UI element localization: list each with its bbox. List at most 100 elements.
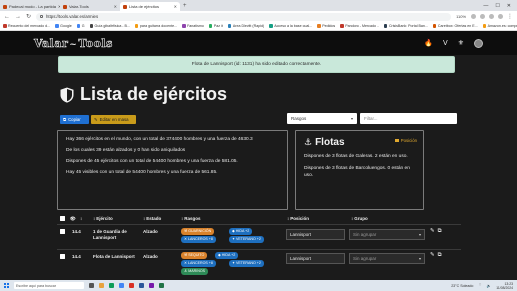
bookmark-item[interactable]: Paz it: [208, 24, 223, 28]
edit-icon[interactable]: ✎: [430, 228, 435, 235]
v-icon[interactable]: V: [443, 40, 448, 47]
file-explorer-icon[interactable]: [99, 283, 104, 288]
bookmark-favicon-icon: [182, 24, 186, 28]
col-header-estado[interactable]: ↕ Estado: [143, 216, 161, 221]
browser-tabbar: Padecal modo - La partida ✕ Valar-Tools …: [0, 0, 517, 11]
grupo-select[interactable]: Sin agrupar ▾: [349, 253, 425, 264]
posicion-field[interactable]: Lannisport: [286, 253, 345, 264]
tab-favicon-icon: [63, 4, 67, 9]
copy-icon: ⧉: [63, 117, 67, 122]
taskbar-search[interactable]: Escribe aquí para buscar: [14, 282, 84, 289]
address-bar-row: ← → ↻ https://tools.valar.es/armies 110%…: [0, 11, 517, 22]
bookmark-item[interactable]: CrisisBank: Portal Ban...: [383, 24, 428, 28]
posicion-field[interactable]: Lannisport: [286, 229, 345, 240]
windows-start-icon[interactable]: [4, 283, 9, 288]
minimize-icon[interactable]: —: [483, 1, 488, 11]
rasgos-select-value: Rasgos: [291, 116, 307, 121]
chevron-down-icon: ▾: [418, 256, 421, 261]
browser-tab[interactable]: Padecal modo - La partida ✕: [0, 2, 60, 11]
row-checkbox[interactable]: [60, 229, 65, 235]
extension-icon[interactable]: [471, 13, 476, 19]
taskbar-search-placeholder: Escribe aquí para buscar: [16, 283, 56, 288]
avatar[interactable]: [474, 38, 483, 48]
select-all-checkbox[interactable]: [60, 216, 65, 221]
sort-icon[interactable]: ↕: [80, 216, 82, 221]
copy-button-label: Copiar: [68, 117, 81, 122]
bookmark-item[interactable]: para guitarra docente...: [134, 24, 177, 28]
task-view-icon[interactable]: [89, 283, 94, 288]
row-checkbox[interactable]: [60, 254, 65, 260]
grupo-select[interactable]: Sin agrupar ▾: [349, 229, 425, 240]
summary-line: Hay 366 ejércitos en el mundo, con un to…: [66, 137, 253, 142]
row-estado: Alzado: [143, 229, 158, 234]
browser-tab-active[interactable]: Lista de ejércitos ✕: [120, 2, 180, 11]
posicion-button[interactable]: Posición: [395, 138, 417, 143]
forward-icon[interactable]: →: [15, 14, 21, 20]
rasgos-select[interactable]: Rasgos ▾: [287, 113, 357, 124]
site-logo[interactable]: Valar~Tools: [34, 36, 113, 50]
col-header-posicion[interactable]: ↕ Posición: [287, 216, 309, 221]
app-icon[interactable]: [109, 283, 114, 288]
new-tab-icon[interactable]: +: [183, 2, 187, 11]
bookmark-item[interactable]: Guía gibaltrfisica - B...: [89, 24, 130, 28]
clock[interactable]: 13:23 11/08/2024: [496, 282, 513, 290]
row-army-name[interactable]: Flota de Lannisport: [93, 254, 139, 260]
menu-dots-icon[interactable]: ⋮: [507, 14, 513, 20]
bookmark-label: Guía gibaltrfisica - B...: [94, 24, 130, 28]
chrome-icon[interactable]: [119, 283, 124, 288]
network-icon[interactable]: ⌔: [478, 283, 481, 288]
bookmark-item[interactable]: Pedidos: [317, 24, 335, 28]
copy-button[interactable]: ⧉ Copiar: [60, 115, 89, 124]
profile-icon[interactable]: [498, 13, 503, 19]
fire-icon[interactable]: 🔥: [424, 40, 433, 47]
bookmark-item[interactable]: Pandoro - Mercado ..: [340, 24, 379, 28]
filter-input[interactable]: [360, 113, 457, 124]
extension-icon[interactable]: [489, 13, 494, 19]
bookmark-item[interactable]: G: [76, 24, 85, 28]
url-field[interactable]: https://tools.valar.es/armies: [36, 12, 452, 21]
bookmark-label: G: [81, 24, 85, 28]
edit-icon: ✎: [94, 116, 98, 122]
tab-label: Lista de ejércitos: [129, 4, 160, 9]
table-row[interactable]: 14.4 1 de Guardia de Lannisport Alzado ⚒…: [57, 225, 461, 249]
close-window-icon[interactable]: ✕: [507, 1, 511, 11]
bookmark-item[interactable]: Area Dlevitt (Rapid): [227, 24, 264, 28]
tab-close-icon[interactable]: ✕: [114, 4, 117, 9]
open-icon[interactable]: ⧉: [438, 252, 442, 259]
app-icon[interactable]: [149, 283, 154, 288]
table-row[interactable]: 14.4 Flota de Lannisport Alzado ⚒ SEQUIT…: [57, 250, 461, 280]
bookmark-item[interactable]: Acceso a la base cual...: [269, 24, 312, 28]
extension-icon[interactable]: [480, 13, 485, 19]
bookmark-item[interactable]: Caretbox: Ofertas en E...: [432, 24, 478, 28]
maximize-icon[interactable]: ☐: [495, 1, 499, 11]
zoom-level[interactable]: 110%: [456, 14, 466, 19]
emblem-icon[interactable]: ⚜: [458, 40, 464, 47]
app-icon[interactable]: [129, 283, 134, 288]
col-header-ejercito[interactable]: ↕ Ejército: [93, 216, 113, 221]
weather-text[interactable]: 23°C Soleado: [451, 284, 473, 288]
edit-icon[interactable]: ✎: [430, 252, 435, 259]
open-icon[interactable]: ⧉: [438, 228, 442, 235]
back-icon[interactable]: ←: [4, 14, 10, 20]
row-army-name[interactable]: 1 de Guardia de Lannisport: [93, 229, 139, 241]
browser-tab[interactable]: Valar-Tools ✕: [60, 2, 120, 11]
bookmark-favicon-icon: [340, 24, 344, 28]
tab-close-icon[interactable]: ✕: [174, 4, 177, 9]
eye-icon[interactable]: 👁: [70, 216, 76, 222]
bookmark-item[interactable]: Fanatismo: [182, 24, 204, 28]
bulk-edit-button[interactable]: ✎ Editar en masa: [91, 115, 136, 124]
bookmark-label: Paz it: [213, 24, 223, 28]
app-icon[interactable]: [159, 283, 164, 288]
bookmark-item[interactable]: Amazon.es: compra e...: [482, 24, 517, 28]
success-alert: Flota de Lannisport (id: 1131) ha sido e…: [58, 56, 455, 73]
col-header-rasgos[interactable]: ↕ Rasgos: [181, 216, 201, 221]
col-header-grupo[interactable]: ↕ Grupo: [351, 216, 368, 221]
bookmark-item[interactable]: Google: [55, 24, 72, 28]
bookmark-item[interactable]: Recuento del mercado d...: [3, 24, 50, 28]
bookmarks-bar: Recuento del mercado d... Google G Guía gib…: [0, 22, 517, 31]
reload-icon[interactable]: ↻: [26, 14, 31, 20]
app-icon[interactable]: [139, 283, 144, 288]
volume-icon[interactable]: 🔈: [487, 284, 491, 288]
trait-badge: ◆ HIDA +2: [215, 252, 239, 259]
logo-right-text: Tools: [78, 36, 113, 50]
